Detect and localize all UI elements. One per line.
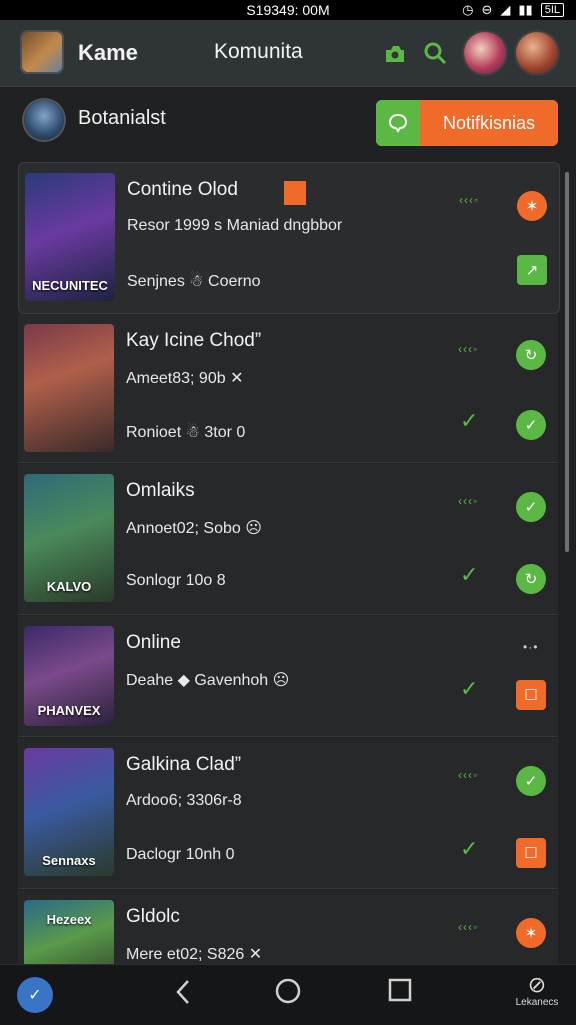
- wifi-icon: ◢: [500, 2, 511, 17]
- card-title: Online: [126, 632, 181, 653]
- list-item[interactable]: NECUNITEC Contine Olod Resor 1999 s Mani…: [18, 162, 560, 314]
- card-meta: Ronioet ☃ 3tor 0: [126, 424, 246, 441]
- activity-indicator: ‹‹‹◦: [458, 768, 479, 782]
- card-subtitle: Annoet02; Sobo ☹: [126, 520, 262, 537]
- card-subtitle: Deahe ◆ Gavenhoh ☹: [126, 672, 290, 689]
- game-thumbnail: [24, 324, 114, 452]
- share-icon[interactable]: [380, 38, 410, 68]
- nav-extra[interactable]: ⊘ Lekanecs: [510, 972, 564, 1009]
- check-icon: ✓: [460, 836, 479, 861]
- list-item[interactable]: Kay Icine Chod” Ameet83; 90b ✕ Ronioet ☃…: [18, 314, 558, 463]
- scrollbar[interactable]: [565, 172, 569, 552]
- activity-indicator: ‹‹‹◦: [458, 920, 479, 934]
- card-subtitle: Ameet83; 90b ✕: [126, 370, 244, 387]
- card-title: Galkina Clad”: [126, 754, 242, 775]
- status-bar: S19349: 00M ◷ ⊖ ◢ ▮▮ 5IL: [0, 0, 576, 20]
- bottom-nav: ✓ ⊘ Lekanecs: [0, 964, 576, 1025]
- search-icon[interactable]: [420, 38, 450, 68]
- stop-button[interactable]: ☐: [516, 680, 546, 710]
- assistant-icon[interactable]: ✓: [17, 977, 53, 1013]
- tab-community[interactable]: Komunita: [214, 40, 303, 64]
- activity-indicator: ‹‹‹◦: [458, 494, 479, 508]
- thumbnail-label: Sennaxs: [42, 853, 96, 868]
- activity-indicator: ‹‹‹◦: [458, 342, 479, 356]
- notifications-label: Notifkisnias: [420, 100, 558, 146]
- check-icon: ✓: [460, 676, 479, 701]
- confirm-button[interactable]: ✓: [516, 492, 546, 522]
- sync-button[interactable]: ↻: [516, 340, 546, 370]
- recents-icon[interactable]: [385, 977, 415, 1003]
- card-title: Omlaiks: [126, 480, 195, 501]
- check-icon: ✓: [460, 562, 479, 587]
- game-list[interactable]: NECUNITEC Contine Olod Resor 1999 s Mani…: [18, 162, 560, 964]
- list-item[interactable]: Sennaxs Galkina Clad” Ardoo6; 3306r-8 Da…: [18, 738, 558, 889]
- card-title: Kay Icine Chod”: [126, 330, 262, 351]
- user-avatar[interactable]: [516, 32, 558, 74]
- confirm-button[interactable]: ✓: [516, 766, 546, 796]
- alert-button[interactable]: ✶: [516, 918, 546, 948]
- card-meta: Senjnes ☃ Coerno: [127, 273, 261, 290]
- card-title: Gldolc: [126, 906, 180, 927]
- status-icons: ◷ ⊖ ◢ ▮▮ 5IL: [462, 2, 564, 18]
- app-title: Kame: [78, 40, 138, 65]
- list-item[interactable]: KALVO Omlaiks Annoet02; Sobo ☹ Sonlogr 1…: [18, 464, 558, 615]
- list-item[interactable]: PHANVEX Online Deahe ◆ Gavenhoh ☹ •·• ✓ …: [18, 616, 558, 737]
- home-icon[interactable]: [273, 977, 303, 1005]
- thumbnail-label: PHANVEX: [37, 703, 101, 718]
- friend-avatar[interactable]: [464, 32, 506, 74]
- activity-indicator: ‹‹‹◦: [459, 193, 480, 207]
- compass-icon: ⊘: [527, 972, 547, 997]
- card-subtitle: Mere et02; S826 ✕: [126, 946, 263, 963]
- new-badge: [284, 181, 306, 205]
- game-thumbnail: PHANVEX: [24, 626, 114, 726]
- back-icon[interactable]: [168, 977, 198, 1007]
- list-item[interactable]: Hezeex Gldolc Mere et02; S826 ✕ ‹‹‹◦ ✶: [18, 890, 558, 964]
- game-thumbnail: NECUNITEC: [25, 173, 115, 301]
- game-thumbnail: Sennaxs: [24, 748, 114, 876]
- stats-button[interactable]: ↗: [517, 255, 547, 285]
- card-subtitle: Ardoo6; 3306r-8: [126, 792, 242, 809]
- alert-button[interactable]: ✶: [517, 191, 547, 221]
- thumbnail-label: Hezeex: [46, 912, 92, 927]
- chat-icon: [376, 100, 420, 146]
- battery-icon: 5IL: [540, 3, 564, 17]
- notifications-button[interactable]: Notifkisnias: [376, 100, 558, 146]
- profile-name: Botanialst: [78, 107, 166, 129]
- game-thumbnail: Hezeex: [24, 900, 114, 964]
- signal-icon: ▮▮: [518, 2, 533, 17]
- card-subtitle: Resor 1999 s Maniad dngbbor: [127, 217, 343, 234]
- activity-indicator: •·•: [523, 640, 539, 654]
- app-bar: Kame Komunita: [0, 20, 576, 87]
- alarm-icon: ◷: [462, 2, 474, 17]
- card-meta: Sonlogr 10o 8: [126, 572, 226, 589]
- dnd-icon: ⊖: [481, 2, 493, 17]
- thumbnail-label: NECUNITEC: [32, 278, 108, 293]
- nav-extra-label: Lekanecs: [515, 997, 559, 1008]
- profile-avatar[interactable]: [24, 100, 64, 140]
- card-title: Contine Olod: [127, 179, 238, 200]
- card-meta: Daclogr 10nh 0: [126, 846, 235, 863]
- confirm-button[interactable]: ✓: [516, 410, 546, 440]
- check-icon: ✓: [460, 408, 479, 433]
- profile-row: Botanialst Notifkisnias: [0, 92, 576, 152]
- game-thumbnail: KALVO: [24, 474, 114, 602]
- game-avatar[interactable]: [20, 30, 64, 74]
- thumbnail-label: KALVO: [46, 579, 92, 594]
- sync-button[interactable]: ↻: [516, 564, 546, 594]
- stop-button[interactable]: ☐: [516, 838, 546, 868]
